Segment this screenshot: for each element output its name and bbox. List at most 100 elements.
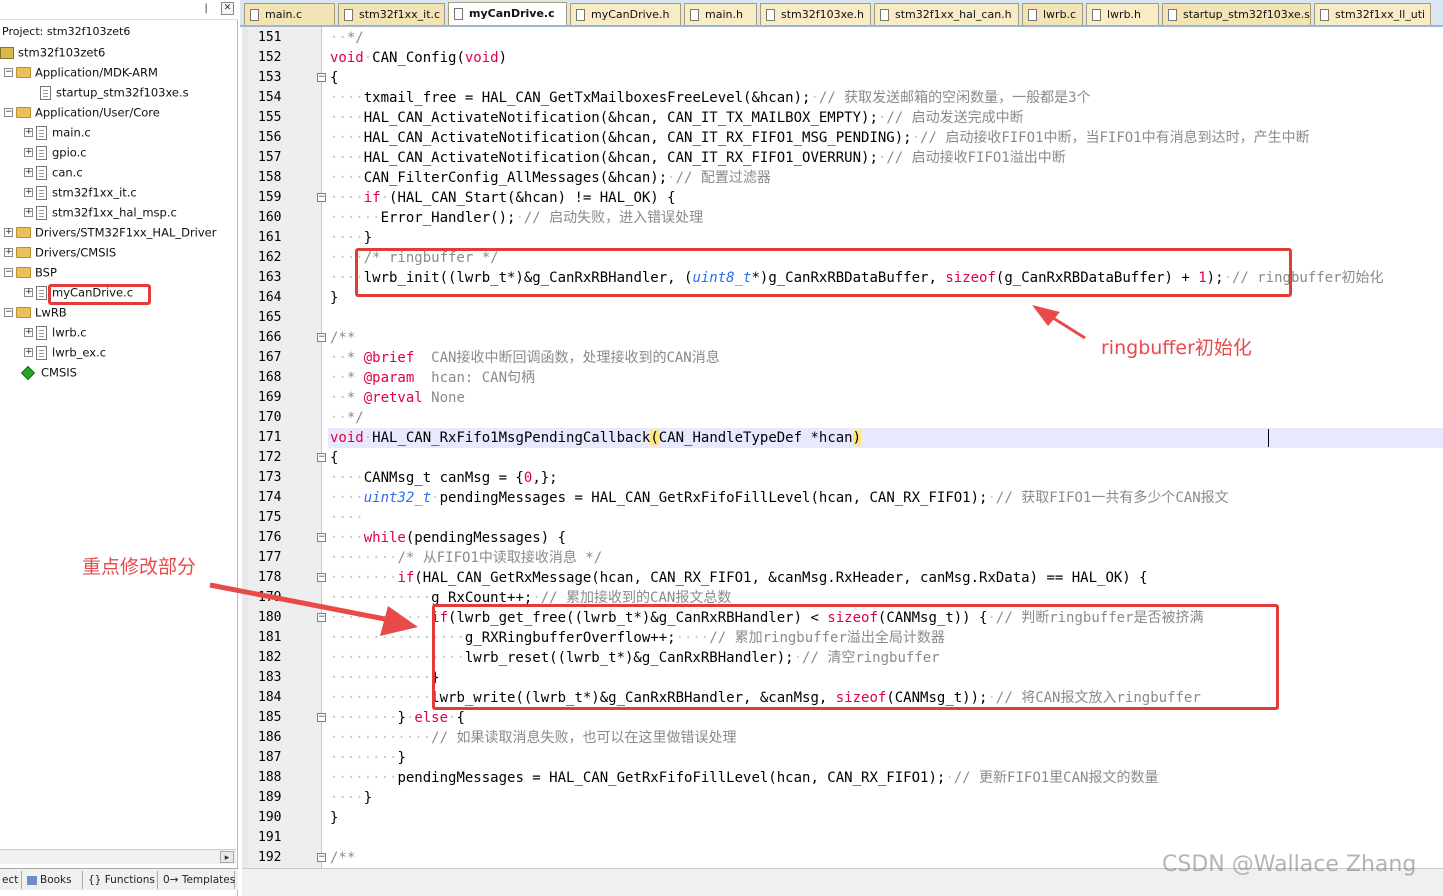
tree-item-bsp[interactable]: − BSP — [4, 262, 57, 282]
code-line[interactable]: ····} — [330, 228, 372, 248]
code-line[interactable]: ··* @retval None — [330, 388, 465, 408]
fold-collapse-icon[interactable]: − — [317, 713, 326, 722]
expand-icon[interactable]: + — [24, 288, 33, 297]
tab-books[interactable]: Books — [25, 871, 83, 889]
code-line[interactable]: void·HAL_CAN_RxFifo1MsgPendingCallback(C… — [330, 428, 862, 448]
fold-collapse-icon[interactable]: − — [317, 73, 326, 82]
line-number: 157 — [258, 150, 282, 165]
code-token: ···· — [330, 130, 364, 146]
code-line[interactable]: ····txmail_free = HAL_CAN_GetTxMailboxes… — [330, 88, 1091, 108]
code-line[interactable]: ····CAN_FilterConfig_AllMessages(&hcan);… — [330, 168, 771, 188]
line-number: 184 — [258, 690, 282, 705]
fold-collapse-icon[interactable]: − — [317, 573, 326, 582]
collapse-icon[interactable]: − — [4, 268, 13, 277]
code-line[interactable]: /** — [330, 328, 355, 348]
code-line[interactable]: ····while(pendingMessages) { — [330, 528, 566, 548]
tree-item-can-c[interactable]: + can.c — [24, 162, 83, 182]
tree-item-stm32f103zet6[interactable]: stm32f103zet6 — [0, 42, 105, 62]
code-line[interactable]: ····} — [330, 788, 372, 808]
code-line[interactable]: ········pendingMessages = HAL_CAN_GetRxF… — [330, 768, 1158, 788]
tree-item-drivers-stm32f1xx-hal-driver[interactable]: + Drivers/STM32F1xx_HAL_Driver — [4, 222, 216, 242]
code-line[interactable]: { — [330, 448, 338, 468]
code-line[interactable]: ··*/ — [330, 28, 364, 48]
code-line[interactable]: ········/* 从FIFO1中读取接收消息 */ — [330, 548, 602, 568]
scroll-right-icon[interactable]: ▸ — [220, 851, 234, 863]
tab-stm32f103xe-h[interactable]: stm32f103xe.h — [760, 3, 871, 25]
fold-collapse-icon[interactable]: − — [317, 333, 326, 342]
tab-stm32f1xx-ll-uti[interactable]: stm32f1xx_ll_uti — [1314, 3, 1431, 25]
collapse-icon[interactable]: − — [4, 68, 13, 77]
pin-icon[interactable]: ❘ — [202, 3, 210, 14]
tab-main-c[interactable]: main.c — [244, 3, 335, 25]
tree-item-lwrb-c[interactable]: + lwrb.c — [24, 322, 87, 342]
code-line[interactable]: ····HAL_CAN_ActivateNotification(&hcan, … — [330, 128, 1310, 148]
tree-item-stm32f1xx-it-c[interactable]: + stm32f1xx_it.c — [24, 182, 137, 202]
tree-item-startup-stm32f103xe-s[interactable]: startup_stm32f103xe.s — [40, 82, 189, 102]
code-line[interactable]: ········} — [330, 748, 406, 768]
tab-stm32f1xx-it-c[interactable]: stm32f1xx_it.c — [338, 3, 445, 25]
close-icon[interactable]: ✕ — [221, 2, 234, 15]
code-line[interactable]: ····uint32_t·pendingMessages = HAL_CAN_G… — [330, 488, 1229, 508]
expand-icon[interactable]: + — [4, 248, 13, 257]
collapse-icon[interactable]: − — [4, 308, 13, 317]
code-line[interactable]: ····CANMsg_t canMsg = {0,}; — [330, 468, 558, 488]
expand-icon[interactable]: + — [4, 228, 13, 237]
code-line[interactable]: ····HAL_CAN_ActivateNotification(&hcan, … — [330, 148, 1066, 168]
expand-icon[interactable]: + — [24, 188, 33, 197]
fold-collapse-icon[interactable]: − — [317, 613, 326, 622]
tree-item-application-user-core[interactable]: − Application/User/Core — [4, 102, 160, 122]
fold-collapse-icon[interactable]: − — [317, 853, 326, 862]
tree-item-cmsis[interactable]: CMSIS — [20, 362, 77, 382]
expand-icon[interactable]: + — [24, 148, 33, 157]
folder-icon — [16, 267, 31, 278]
tree-item-lwrb-ex-c[interactable]: + lwrb_ex.c — [24, 342, 106, 362]
tree-item-gpio-c[interactable]: + gpio.c — [24, 142, 87, 162]
tab-lwrb-h[interactable]: lwrb.h — [1086, 3, 1159, 25]
code-line[interactable]: ··* @param hcan: CAN句柄 — [330, 368, 535, 388]
fold-collapse-icon[interactable]: − — [317, 193, 326, 202]
code-line[interactable]: ··* @brief CAN接收中断回调函数，处理接收到的CAN消息 — [330, 348, 720, 368]
code-line[interactable]: ············// 如果读取消息失败，也可以在这里做错误处理 — [330, 728, 736, 748]
code-line[interactable]: } — [330, 288, 338, 308]
code-line[interactable]: { — [330, 68, 338, 88]
code-line[interactable]: ····HAL_CAN_ActivateNotification(&hcan, … — [330, 108, 1024, 128]
tab-functions[interactable]: {} Functions — [86, 871, 158, 889]
code-line[interactable]: /** — [330, 848, 355, 868]
code-line[interactable]: ···· — [330, 508, 364, 528]
tab-project[interactable]: ect — [0, 871, 22, 889]
tab-mycandrive-c[interactable]: myCanDrive.c — [448, 2, 567, 25]
code-line[interactable]: ········if(HAL_CAN_GetRxMessage(hcan, CA… — [330, 568, 1148, 588]
expand-icon[interactable]: + — [24, 168, 33, 177]
expand-icon[interactable]: + — [24, 208, 33, 217]
expand-icon[interactable]: + — [24, 328, 33, 337]
tree-item-main-c[interactable]: + main.c — [24, 122, 91, 142]
collapse-icon[interactable]: − — [4, 108, 13, 117]
tab-stm32f1xx-hal-can-h[interactable]: stm32f1xx_hal_can.h — [874, 3, 1019, 25]
code-token: { — [330, 450, 339, 466]
expand-icon[interactable]: + — [24, 348, 33, 357]
code-token: if — [363, 190, 381, 206]
code-line[interactable]: ··*/ — [330, 408, 364, 428]
tree-item-stm32f1xx-hal-msp-c[interactable]: + stm32f1xx_hal_msp.c — [24, 202, 177, 222]
code-editor[interactable]: 151 152 153 154 155 156 157 158 159 160 161 162 163 1… — [242, 27, 1443, 868]
fold-collapse-icon[interactable]: − — [317, 453, 326, 462]
tab-startup-stm32f103xe-s[interactable]: startup_stm32f103xe.s — [1162, 3, 1311, 25]
code-line[interactable]: ····if·(HAL_CAN_Start(&hcan) != HAL_OK) … — [330, 188, 676, 208]
fold-collapse-icon[interactable]: − — [317, 533, 326, 542]
code-line[interactable]: ············} — [330, 668, 440, 688]
code-line[interactable]: ······Error_Handler();·// 启动失败，进入错误处理 — [330, 208, 703, 228]
code-line[interactable]: ········}·else·{ — [330, 708, 465, 728]
code-line[interactable]: void·CAN_Config(void) — [330, 48, 507, 68]
tree-item-drivers-cmsis[interactable]: + Drivers/CMSIS — [4, 242, 116, 262]
line-number: 153 — [258, 70, 282, 85]
expand-icon[interactable]: + — [24, 128, 33, 137]
code-area[interactable]: ··*/void·CAN_Config(void){····txmail_fre… — [328, 27, 1443, 868]
horizontal-scrollbar[interactable]: ▸ — [0, 849, 236, 864]
tree-item-application-mdk-arm[interactable]: − Application/MDK-ARM — [4, 62, 158, 82]
tab-mycandrive-h[interactable]: myCanDrive.h — [570, 3, 681, 25]
tree-item-lwrb[interactable]: − LwRB — [4, 302, 67, 322]
tab-templates[interactable]: 0→ Templates — [161, 871, 235, 889]
code-line[interactable]: } — [330, 808, 338, 828]
tab-lwrb-c[interactable]: lwrb.c — [1022, 3, 1083, 25]
tab-main-h[interactable]: main.h — [684, 3, 757, 25]
